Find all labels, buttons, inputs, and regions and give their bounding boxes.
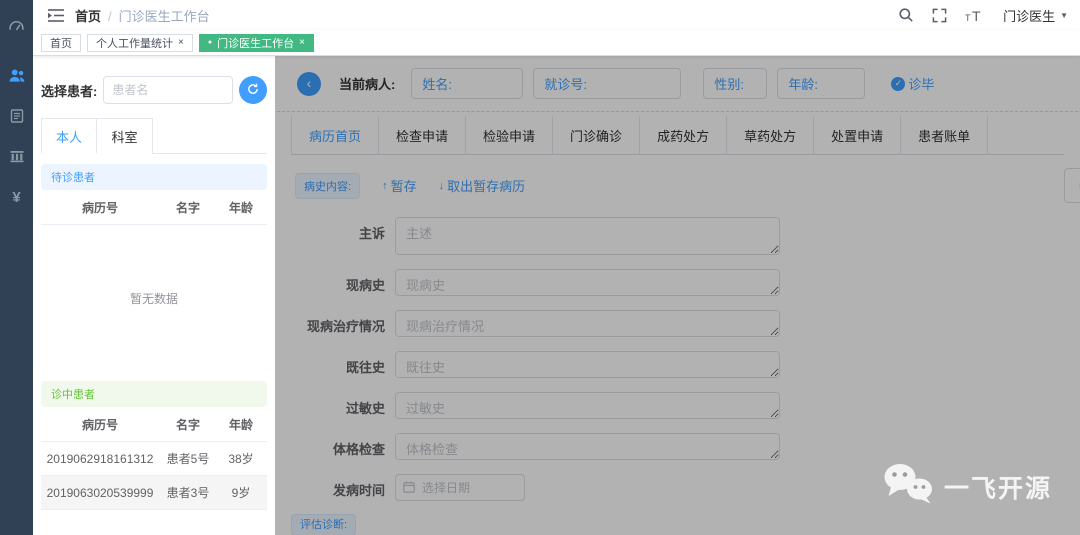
tag-label: 个人工作量统计 [96,37,173,50]
tab-mine[interactable]: 本人 [41,118,97,154]
watermark-text: 一飞开源 [943,474,1052,503]
cell-name: 患者5号 [166,452,210,466]
breadcrumb-current: 门诊医生工作台 [118,8,210,24]
svg-text:T: T [965,13,971,23]
select-patient-label: 选择患者: [41,83,98,99]
column-name: 名字 [175,201,200,215]
tag-doctor-workbench[interactable]: ● 门诊医生工作台 × [198,33,314,52]
app-icon-rail: ¥ [0,0,33,535]
column-record-no: 病历号 [81,418,118,432]
sidebar-item-billing[interactable]: ¥ [0,178,33,216]
patient-scope-tabs: 本人 科室 [41,118,267,154]
refresh-icon [247,83,259,98]
cell-record-no: 2019062918161312 [46,451,154,466]
user-menu[interactable]: 门诊医生 ▼ [1003,6,1068,25]
breadcrumb-home[interactable]: 首页 [75,9,101,24]
breadcrumb-separator: / [108,8,112,24]
cell-age: 9岁 [231,486,251,500]
sidebar-item-dashboard[interactable] [0,8,33,46]
empty-state-text: 暂无数据 [129,291,178,306]
in-progress-table-header: 病历号 名字 年龄 [41,407,267,442]
breadcrumb: 首页 / 门诊医生工作台 [75,6,210,25]
yen-icon: ¥ [12,188,21,206]
patient-panel: 选择患者: 本人 科室 待诊患者 病历号 名字 年龄 暂无数据 诊中患者 病历号… [33,56,275,535]
user-menu-label: 门诊医生 [1003,8,1056,24]
patients-icon [8,67,26,88]
patient-row[interactable]: 2019062918161312 患者5号 38岁 [41,442,267,476]
column-age: 年龄 [228,201,253,215]
waiting-table-header: 病历号 名字 年龄 [41,190,267,225]
sidebar-item-patients[interactable] [0,58,33,96]
building-icon [9,148,25,167]
cell-record-no: 2019063020539999 [46,485,154,500]
watermark: 一飞开源 [881,462,1052,511]
cell-name: 患者3号 [166,486,210,500]
collapse-sidebar-icon[interactable] [47,8,65,23]
patient-row[interactable]: 2019063020539999 患者3号 9岁 [41,476,267,510]
font-size-icon[interactable]: TT [965,8,985,23]
search-icon[interactable] [898,7,914,23]
patient-search-input[interactable] [103,76,233,104]
tags-view-bar: 首页 个人工作量统计 × ● 门诊医生工作台 × [33,30,1080,56]
column-name: 名字 [175,418,200,432]
refresh-button[interactable] [239,76,267,104]
tag-home[interactable]: 首页 [41,33,81,52]
svg-text:T: T [972,8,981,23]
workbench-main: ‹ 当前病人: 姓名: 就诊号: 性别: 年龄: ✓ 诊毕 病历首页 检查申请 … [275,56,1080,535]
tag-label: 首页 [50,37,72,50]
dashboard-icon [8,17,25,37]
column-record-no: 病历号 [81,201,118,215]
active-dot-icon: ● [207,39,213,46]
column-age: 年龄 [228,418,253,432]
close-icon[interactable]: × [178,37,184,48]
sidebar-item-records[interactable] [0,98,33,136]
waiting-patients-header: 待诊患者 [41,164,267,190]
records-icon [9,108,25,127]
sidebar-item-departments[interactable] [0,138,33,176]
tag-workload-stats[interactable]: 个人工作量统计 × [87,33,193,52]
chevron-down-icon: ▼ [1060,10,1068,20]
tab-department[interactable]: 科室 [97,118,153,154]
fullscreen-icon[interactable] [932,8,947,23]
tag-label: 门诊医生工作台 [217,37,295,50]
top-header: 首页 / 门诊医生工作台 TT 门诊医生 ▼ [33,0,1080,30]
cell-age: 38岁 [228,452,254,466]
in-progress-patients-header: 诊中患者 [41,381,267,407]
close-icon[interactable]: × [299,37,305,48]
wechat-icon [881,462,935,511]
